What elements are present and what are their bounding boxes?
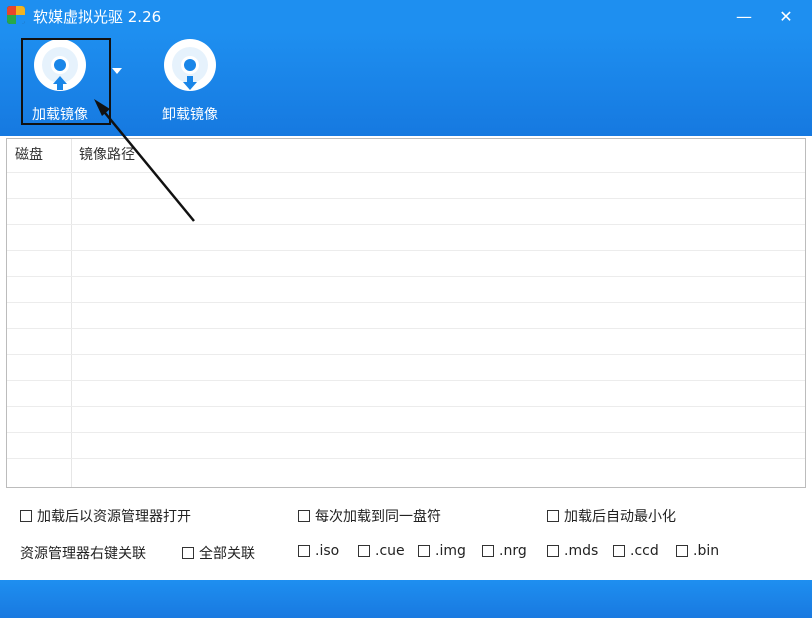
annotation-arrow-icon [94, 99, 195, 222]
